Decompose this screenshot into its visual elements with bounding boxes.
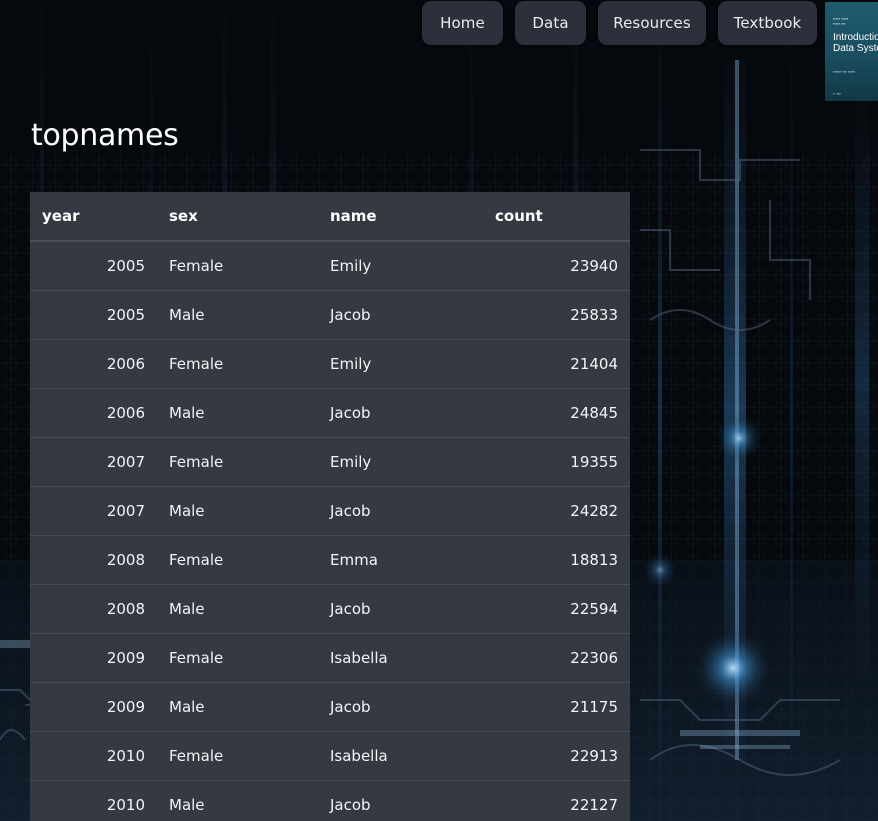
column-header-name[interactable]: name [318, 192, 483, 242]
sex-cell: Female [157, 731, 318, 781]
top-nav: Home Data Resources Textbook [422, 1, 817, 45]
table-row: 2009 Female Isabella 22306 [30, 633, 630, 683]
year-cell: 2006 [30, 388, 157, 438]
year-cell: 2009 [30, 682, 157, 732]
count-cell: 21404 [483, 339, 630, 389]
table-row: 2009 Male Jacob 21175 [30, 682, 630, 732]
table-row: 2005 Male Jacob 25833 [30, 290, 630, 340]
data-table-container: year sex name count 2005 Female Emily 23940… [30, 192, 630, 821]
table-row: 2005 Female Emily 23940 [30, 241, 630, 291]
sex-cell: Male [157, 780, 318, 821]
count-cell: 22913 [483, 731, 630, 781]
count-cell: 24282 [483, 486, 630, 536]
table-row: 2007 Female Emily 19355 [30, 437, 630, 487]
table-row: 2006 Female Emily 21404 [30, 339, 630, 389]
year-cell: 2010 [30, 731, 157, 781]
year-cell: 2005 [30, 241, 157, 291]
sex-cell: Male [157, 584, 318, 634]
name-cell: Emily [318, 437, 483, 487]
sex-cell: Female [157, 633, 318, 683]
year-cell: 2007 [30, 437, 157, 487]
nav-home-button[interactable]: Home [422, 1, 503, 45]
sex-cell: Male [157, 682, 318, 732]
table-row: 2008 Male Jacob 22594 [30, 584, 630, 634]
name-cell: Isabella [318, 633, 483, 683]
sex-cell: Male [157, 388, 318, 438]
column-header-count[interactable]: count [483, 192, 630, 242]
name-cell: Jacob [318, 388, 483, 438]
name-cell: Emily [318, 241, 483, 291]
count-cell: 18813 [483, 535, 630, 585]
table-header-row: year sex name count [30, 192, 630, 242]
sex-cell: Male [157, 486, 318, 536]
name-cell: Jacob [318, 584, 483, 634]
year-cell: 2008 [30, 535, 157, 585]
data-table: year sex name count 2005 Female Emily 23940… [30, 192, 630, 821]
table-row: 2006 Male Jacob 24845 [30, 388, 630, 438]
name-cell: Emily [318, 339, 483, 389]
count-cell: 23940 [483, 241, 630, 291]
name-cell: Jacob [318, 290, 483, 340]
table-row: 2010 Female Isabella 22913 [30, 731, 630, 781]
column-header-year[interactable]: year [30, 192, 157, 242]
year-cell: 2009 [30, 633, 157, 683]
sex-cell: Female [157, 535, 318, 585]
count-cell: 24845 [483, 388, 630, 438]
book-subtitle-artwork: ▪▪▪▪▪▪ ▪▪▪ ▪▪▪▪▪ [833, 69, 856, 74]
nav-data-button[interactable]: Data [515, 1, 586, 45]
year-cell: 2007 [30, 486, 157, 536]
year-cell: 2010 [30, 780, 157, 821]
sex-cell: Female [157, 437, 318, 487]
book-authors-artwork: ▪▪▪▪▪ ▪▪▪▪▪ ▪▪▪▪▪ ▪▪▪ [833, 16, 849, 26]
table-body: 2005 Female Emily 23940 2005 Male Jacob 25833 20… [30, 241, 630, 821]
nav-resources-button[interactable]: Resources [598, 1, 706, 45]
name-cell: Isabella [318, 731, 483, 781]
count-cell: 21175 [483, 682, 630, 732]
page-title: topnames [31, 118, 179, 153]
count-cell: 19355 [483, 437, 630, 487]
sex-cell: Female [157, 339, 318, 389]
count-cell: 22127 [483, 780, 630, 821]
sex-cell: Female [157, 241, 318, 291]
name-cell: Jacob [318, 486, 483, 536]
count-cell: 22594 [483, 584, 630, 634]
sex-cell: Male [157, 290, 318, 340]
name-cell: Emma [318, 535, 483, 585]
table-row: 2010 Male Jacob 22127 [30, 780, 630, 821]
name-cell: Jacob [318, 682, 483, 732]
table-row: 2008 Female Emma 18813 [30, 535, 630, 585]
book-title: Introduction to Data Systems [833, 32, 878, 54]
table-row: 2007 Male Jacob 24282 [30, 486, 630, 536]
nav-textbook-button[interactable]: Textbook [718, 1, 817, 45]
name-cell: Jacob [318, 780, 483, 821]
year-cell: 2006 [30, 339, 157, 389]
textbook-cover-image[interactable]: ▪▪▪▪▪ ▪▪▪▪▪▪▪▪▪▪ ▪▪▪ Introduction to Dat… [825, 2, 878, 101]
column-header-sex[interactable]: sex [157, 192, 318, 242]
count-cell: 22306 [483, 633, 630, 683]
year-cell: 2005 [30, 290, 157, 340]
count-cell: 25833 [483, 290, 630, 340]
publisher-logo: ◐ ▪▪▪ [833, 91, 841, 96]
year-cell: 2008 [30, 584, 157, 634]
